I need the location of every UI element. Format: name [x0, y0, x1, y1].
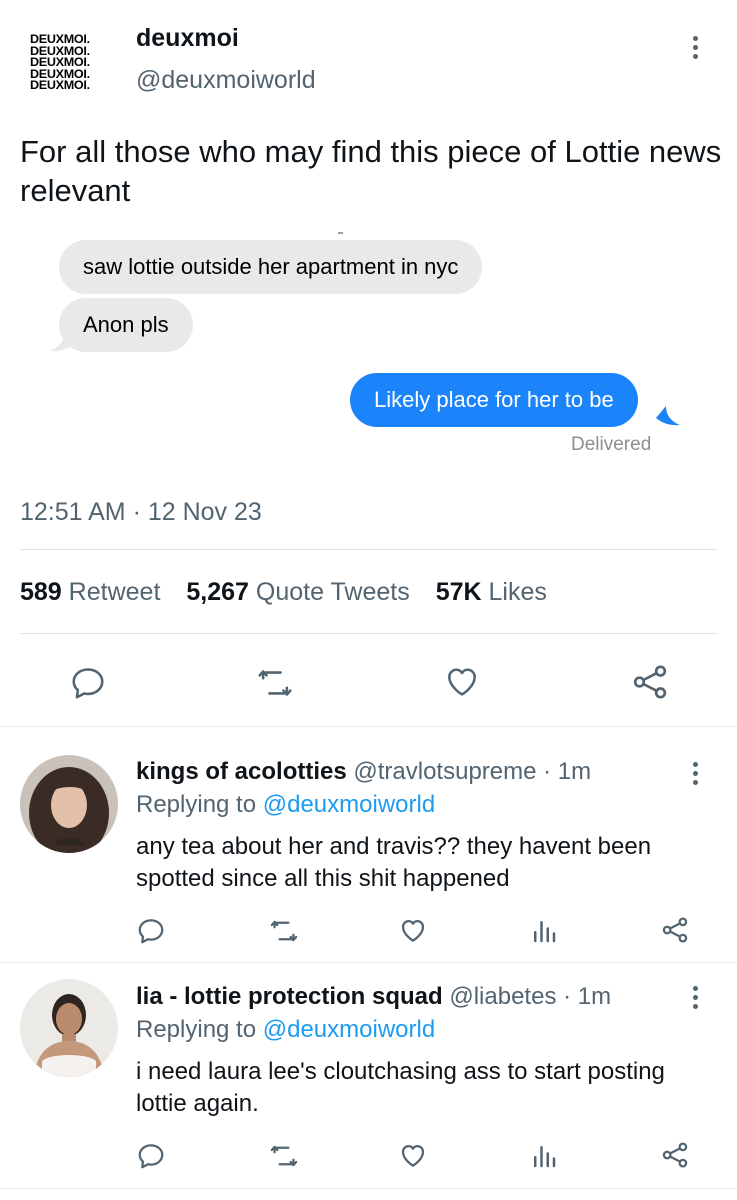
replying-to-label: Replying to — [136, 791, 257, 818]
logo-line: DEUXMOI. — [30, 78, 90, 92]
reply-author-handle[interactable]: @travlotsupreme — [353, 758, 536, 785]
tweet-timestamp[interactable]: 12:51 AM · 12 Nov 23 — [20, 498, 262, 527]
divider — [0, 726, 737, 727]
comment-bubble-icon[interactable] — [136, 916, 166, 946]
retweet-icon[interactable] — [268, 1141, 300, 1171]
share-icon[interactable] — [660, 1140, 690, 1170]
tweet-text: For all those who may find this piece of… — [20, 134, 722, 208]
share-icon[interactable] — [660, 915, 690, 945]
replying-to-handle[interactable]: @deuxmoiworld — [263, 791, 435, 818]
heart-icon[interactable] — [398, 1140, 428, 1170]
delivered-status: Delivered — [571, 434, 652, 455]
comment-bubble-icon[interactable] — [136, 1141, 166, 1171]
share-icon[interactable] — [630, 662, 670, 702]
retweet-label: Retweet — [68, 578, 161, 606]
like-count: 57K — [435, 578, 482, 606]
reply-time: · 1m — [543, 758, 592, 785]
replying-to-handle[interactable]: @deuxmoiworld — [263, 1016, 435, 1043]
tweet-stats: 589 Retweet 5,267 Quote Tweets 57K Likes — [20, 578, 547, 607]
replying-to-label: Replying to — [136, 1016, 257, 1043]
avatar[interactable] — [20, 979, 118, 1077]
quote-stat[interactable]: 5,267 Quote Tweets — [186, 578, 409, 607]
reply-header: lia - lottie protection squad @liabetes … — [136, 983, 611, 1011]
reply-header: kings of acolotties @travlotsupreme · 1m — [136, 758, 591, 786]
retweet-icon[interactable] — [268, 916, 300, 946]
bar-chart-icon[interactable] — [529, 916, 559, 946]
tweet-image[interactable]: saw lottie outside her apartment in nyc … — [50, 232, 682, 462]
divider — [20, 549, 717, 550]
reply-text: any tea about her and travis?? they have… — [136, 833, 652, 892]
divider — [20, 633, 717, 634]
replying-to: Replying to @deuxmoiworld — [136, 791, 435, 819]
message-tail-icon — [50, 332, 74, 352]
reply-author-handle[interactable]: @liabetes — [449, 983, 556, 1010]
divider — [0, 1188, 737, 1189]
heart-icon[interactable] — [398, 915, 428, 945]
divider — [0, 962, 737, 963]
like-label: Likes — [488, 578, 547, 606]
reply-author-name[interactable]: lia - lottie protection squad — [136, 983, 443, 1010]
reply-text: i need laura lee's cloutchasing ass to s… — [136, 1058, 665, 1117]
deuxmoi-logo[interactable]: DEUXMOI. DEUXMOI. DEUXMOI. DEUXMOI. DEUX… — [30, 33, 114, 92]
bar-chart-icon[interactable] — [529, 1141, 559, 1171]
outgoing-message: Likely place for her to be — [350, 373, 638, 427]
more-dots-icon[interactable] — [690, 986, 700, 1009]
quote-count: 5,267 — [186, 578, 249, 606]
incoming-message: saw lottie outside her apartment in nyc — [59, 240, 483, 294]
like-stat[interactable]: 57K Likes — [436, 578, 547, 607]
avatar[interactable] — [20, 755, 118, 853]
incoming-message: Anon pls — [59, 298, 193, 352]
comment-bubble-icon[interactable] — [68, 664, 108, 702]
message-tail-icon — [656, 406, 680, 426]
quote-label: Quote Tweets — [255, 578, 410, 606]
replying-to: Replying to @deuxmoiworld — [136, 1016, 435, 1044]
retweet-stat[interactable]: 589 Retweet — [20, 578, 160, 607]
retweet-count: 589 — [20, 578, 62, 606]
retweet-icon[interactable] — [254, 664, 296, 702]
reply-time: · 1m — [563, 983, 612, 1010]
author-handle[interactable]: @deuxmoiworld — [136, 66, 316, 95]
reply-author-name[interactable]: kings of acolotties — [136, 758, 347, 785]
more-dots-icon[interactable] — [690, 36, 700, 59]
author-name[interactable]: deuxmoi — [136, 24, 239, 53]
heart-icon[interactable] — [442, 662, 482, 700]
more-dots-icon[interactable] — [690, 762, 700, 785]
